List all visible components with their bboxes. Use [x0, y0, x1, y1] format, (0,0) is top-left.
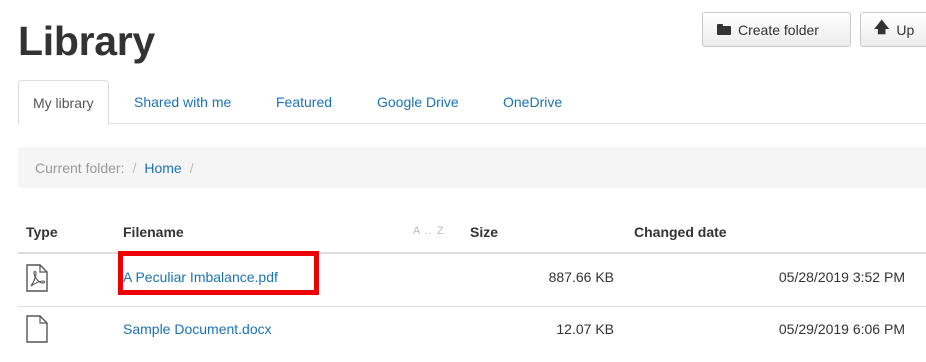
column-header-size[interactable]: Size: [470, 224, 498, 240]
folder-icon: [717, 24, 731, 35]
column-header-type: Type: [26, 224, 58, 240]
tab-google-drive[interactable]: Google Drive: [363, 80, 473, 124]
breadcrumb-prefix: Current folder:: [35, 159, 125, 176]
tab-onedrive[interactable]: OneDrive: [489, 80, 576, 124]
column-header-changed-date[interactable]: Changed date: [634, 224, 727, 240]
changed-date: 05/29/2019 6:06 PM: [778, 321, 905, 337]
sort-indicator[interactable]: A .. Z: [413, 225, 445, 237]
file-size: 12.07 KB: [556, 321, 614, 337]
changed-date: 05/28/2019 3:52 PM: [778, 269, 905, 285]
document-file-icon: [26, 315, 48, 343]
breadcrumb: Current folder: / Home /: [18, 147, 926, 188]
tab-my-library[interactable]: My library: [18, 80, 109, 125]
tab-featured[interactable]: Featured: [262, 80, 346, 124]
breadcrumb-home-link[interactable]: Home: [144, 160, 181, 176]
file-size: 887.66 KB: [548, 269, 614, 285]
create-folder-label: Create folder: [738, 21, 819, 38]
upload-arrow-icon: 🡅: [874, 19, 890, 36]
page-title: Library: [18, 18, 155, 64]
pdf-file-icon: [26, 264, 48, 292]
column-header-filename[interactable]: Filename: [123, 224, 184, 240]
library-tabs: My library Shared with me Featured Googl…: [18, 80, 926, 125]
create-folder-button[interactable]: Create folder: [702, 12, 851, 47]
highlight-annotation: [118, 251, 319, 295]
upload-label: Up: [896, 21, 915, 38]
filename-link[interactable]: Sample Document.docx: [123, 321, 272, 337]
breadcrumb-separator: /: [132, 159, 137, 176]
breadcrumb-separator: /: [189, 159, 194, 176]
upload-button[interactable]: 🡅 Up: [860, 12, 926, 47]
table-row: Sample Document.docx 12.07 KB 05/29/2019…: [18, 307, 926, 359]
tab-shared-with-me[interactable]: Shared with me: [120, 80, 245, 124]
